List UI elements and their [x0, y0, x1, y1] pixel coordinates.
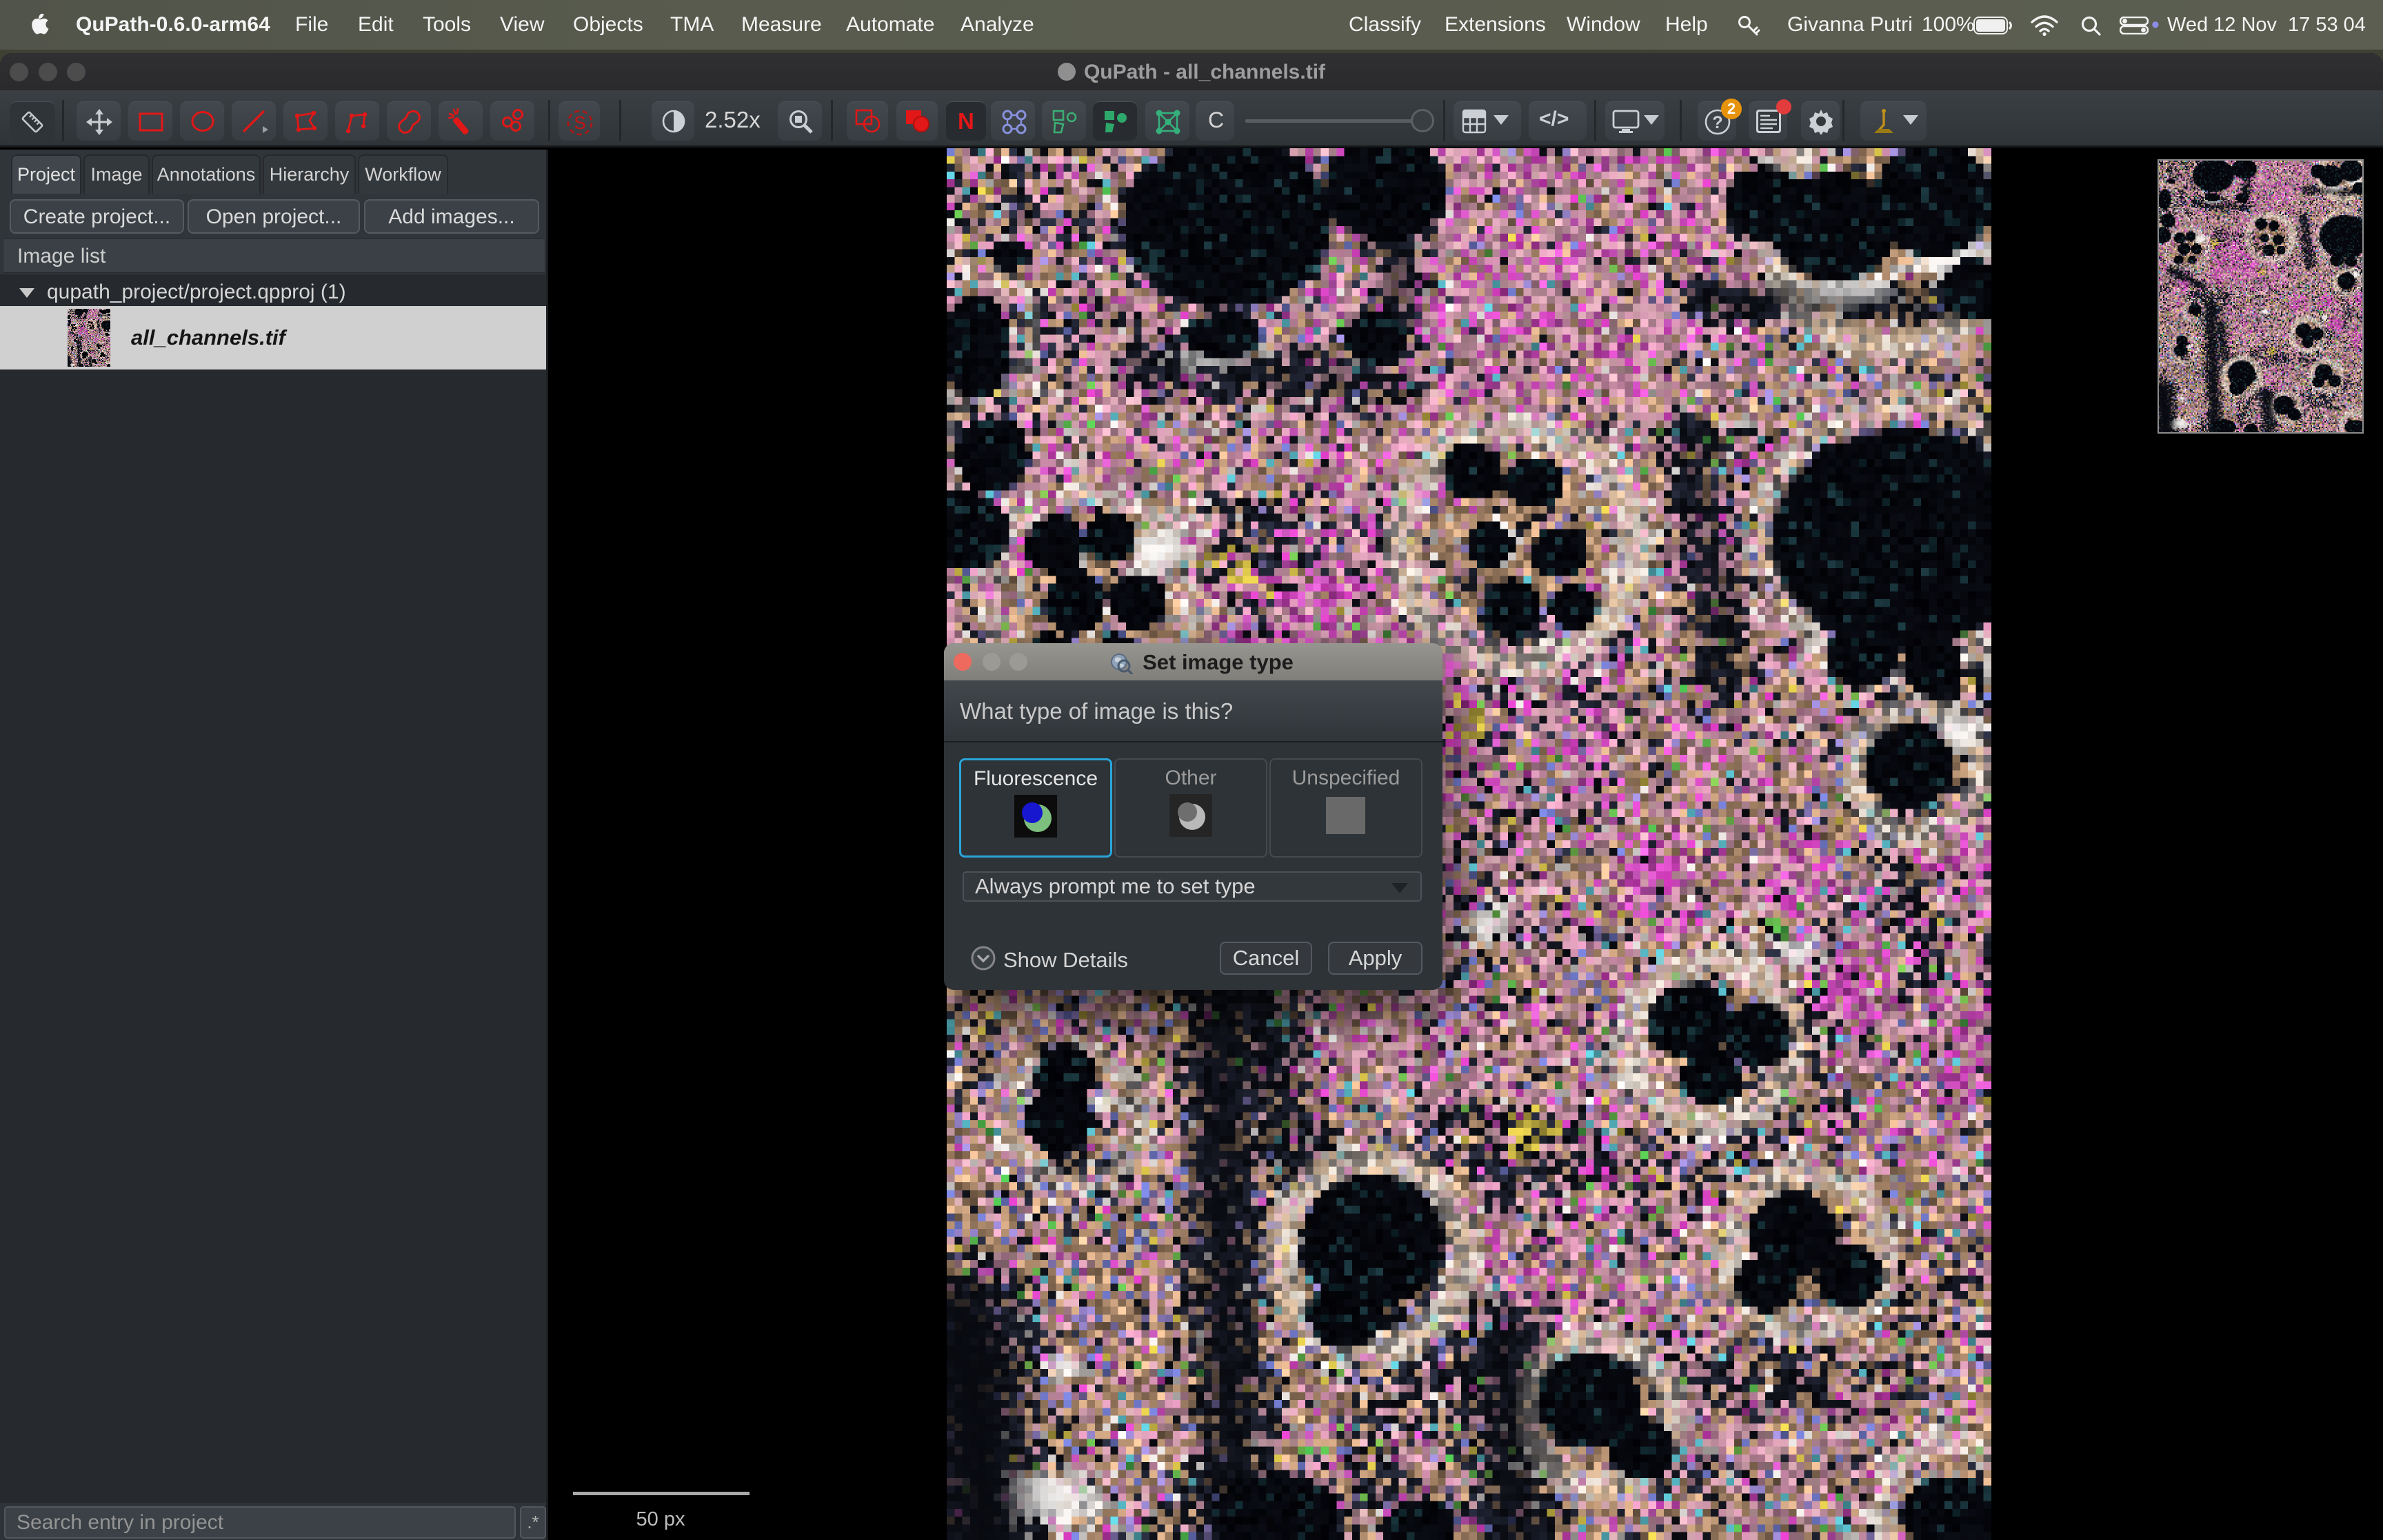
- svg-text:S: S: [574, 112, 585, 133]
- svg-text:?: ?: [1712, 113, 1722, 132]
